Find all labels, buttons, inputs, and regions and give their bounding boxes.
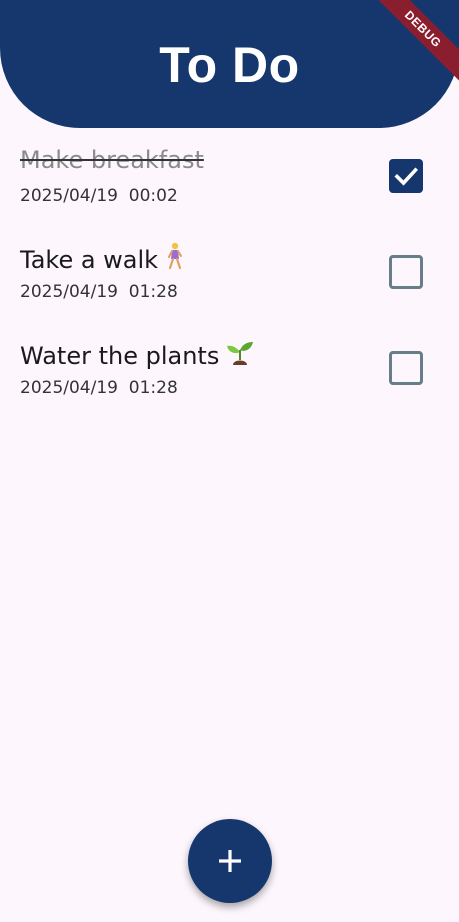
task-list: Make breakfast 2025/04/19 00:02 Take a w… xyxy=(0,140,459,428)
plus-icon xyxy=(219,850,241,872)
app-header: To Do xyxy=(0,0,459,128)
task-title: Take a walk xyxy=(20,242,186,276)
task-title-text: Make breakfast xyxy=(20,146,204,174)
add-task-button[interactable] xyxy=(188,819,272,903)
task-title: Make breakfast xyxy=(20,146,204,174)
task-checkbox-unchecked[interactable] xyxy=(389,351,423,385)
task-date: 2025/04/19 00:02 xyxy=(20,186,178,206)
task-item-take-a-walk[interactable]: Take a walk 2025/04/19 01:28 xyxy=(0,236,459,332)
task-title-text: Water the plants xyxy=(20,342,220,370)
task-checkbox-checked[interactable] xyxy=(389,159,423,193)
checkmark-icon xyxy=(394,167,419,186)
task-checkbox-unchecked[interactable] xyxy=(389,255,423,289)
task-title: Water the plants xyxy=(20,338,255,372)
task-date: 2025/04/19 01:28 xyxy=(20,378,178,398)
page-title: To Do xyxy=(159,37,300,93)
task-date: 2025/04/19 01:28 xyxy=(20,282,178,302)
task-item-make-breakfast[interactable]: Make breakfast 2025/04/19 00:02 xyxy=(0,140,459,236)
seedling-icon xyxy=(225,338,255,372)
task-item-water-the-plants[interactable]: Water the plants 2025/04/19 01:28 xyxy=(0,332,459,428)
person-walking-icon xyxy=(164,242,186,276)
task-title-text: Take a walk xyxy=(20,246,159,274)
